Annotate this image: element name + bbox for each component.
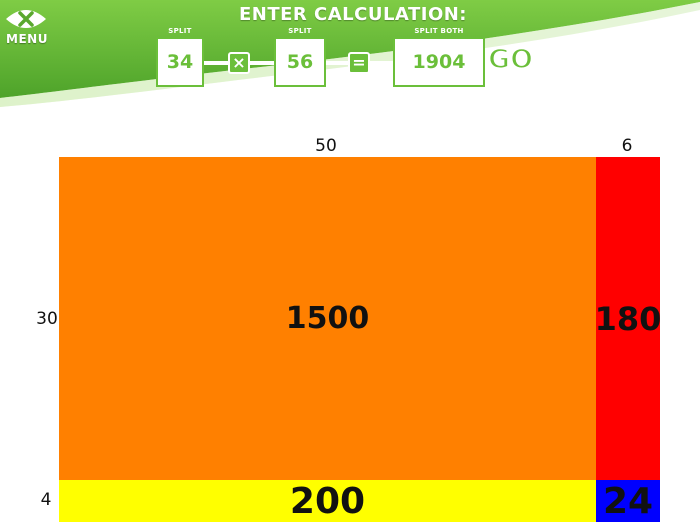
connector-line [326, 61, 348, 65]
multiply-operator: × [228, 52, 250, 74]
area-cell-ones-by-tens: 200 [59, 480, 596, 522]
equals-operator: = [348, 52, 370, 74]
result-field-label: SPLIT BOTH [414, 27, 464, 35]
column-label-ones: 6 [621, 136, 633, 156]
menu-button[interactable]: MENU [2, 4, 50, 48]
right-field-label: SPLIT [288, 27, 312, 35]
left-number-input[interactable]: 34 [156, 37, 204, 87]
row-label-ones: 4 [40, 490, 52, 510]
close-eye-icon [6, 10, 46, 28]
connector-line [250, 61, 274, 65]
area-cell-ones-by-ones: 24 [596, 480, 660, 522]
go-button[interactable]: GO [487, 43, 534, 76]
result-input[interactable]: 1904 [393, 37, 485, 87]
area-cell-tens-by-tens: 1500 [59, 157, 596, 480]
connector-line [204, 61, 228, 65]
menu-label: MENU [6, 32, 48, 46]
connector-line [370, 61, 393, 65]
area-cell-tens-by-ones: 180 [595, 157, 661, 480]
column-label-tens: 50 [315, 136, 337, 156]
right-number-input[interactable]: 56 [274, 37, 326, 87]
left-field-label: SPLIT [168, 27, 192, 35]
page-title: ENTER CALCULATION: [238, 4, 468, 25]
